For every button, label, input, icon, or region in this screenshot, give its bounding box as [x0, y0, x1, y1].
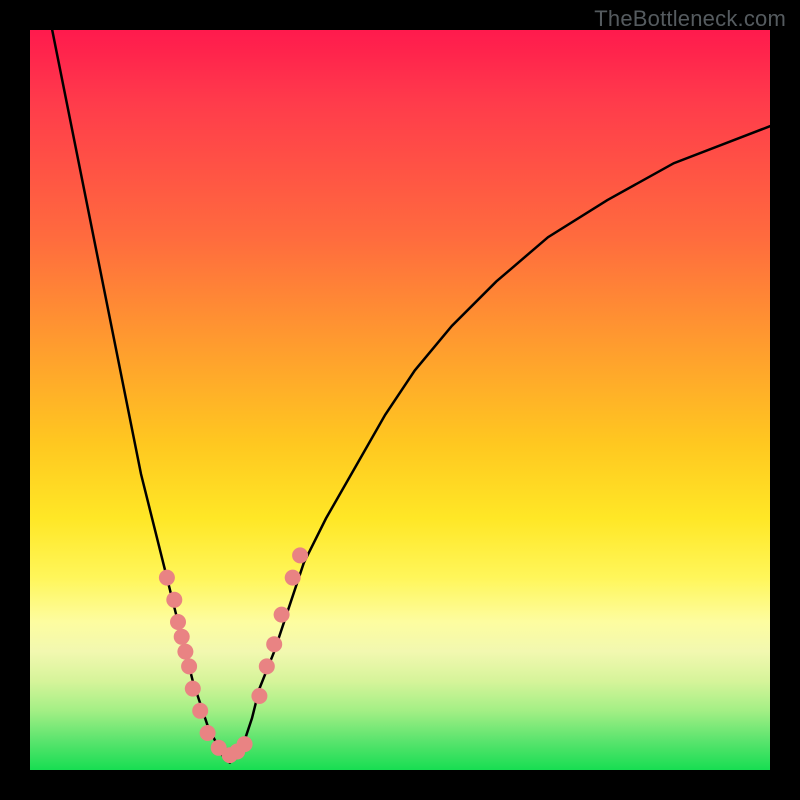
data-marker	[292, 547, 308, 563]
data-marker	[200, 725, 216, 741]
chart-frame: TheBottleneck.com	[0, 0, 800, 800]
data-marker	[274, 607, 290, 623]
data-marker	[174, 629, 190, 645]
data-marker	[237, 736, 253, 752]
data-marker	[251, 688, 267, 704]
data-marker	[192, 703, 208, 719]
data-marker	[177, 644, 193, 660]
watermark-label: TheBottleneck.com	[594, 6, 786, 32]
data-marker	[259, 658, 275, 674]
right-curve	[230, 126, 770, 762]
data-marker	[170, 614, 186, 630]
markers-group	[159, 547, 308, 763]
plot-area	[30, 30, 770, 770]
curve-layer	[30, 30, 770, 770]
data-marker	[185, 681, 201, 697]
data-marker	[285, 570, 301, 586]
data-marker	[159, 570, 175, 586]
data-marker	[266, 636, 282, 652]
data-marker	[166, 592, 182, 608]
data-marker	[181, 658, 197, 674]
left-curve	[52, 30, 230, 763]
